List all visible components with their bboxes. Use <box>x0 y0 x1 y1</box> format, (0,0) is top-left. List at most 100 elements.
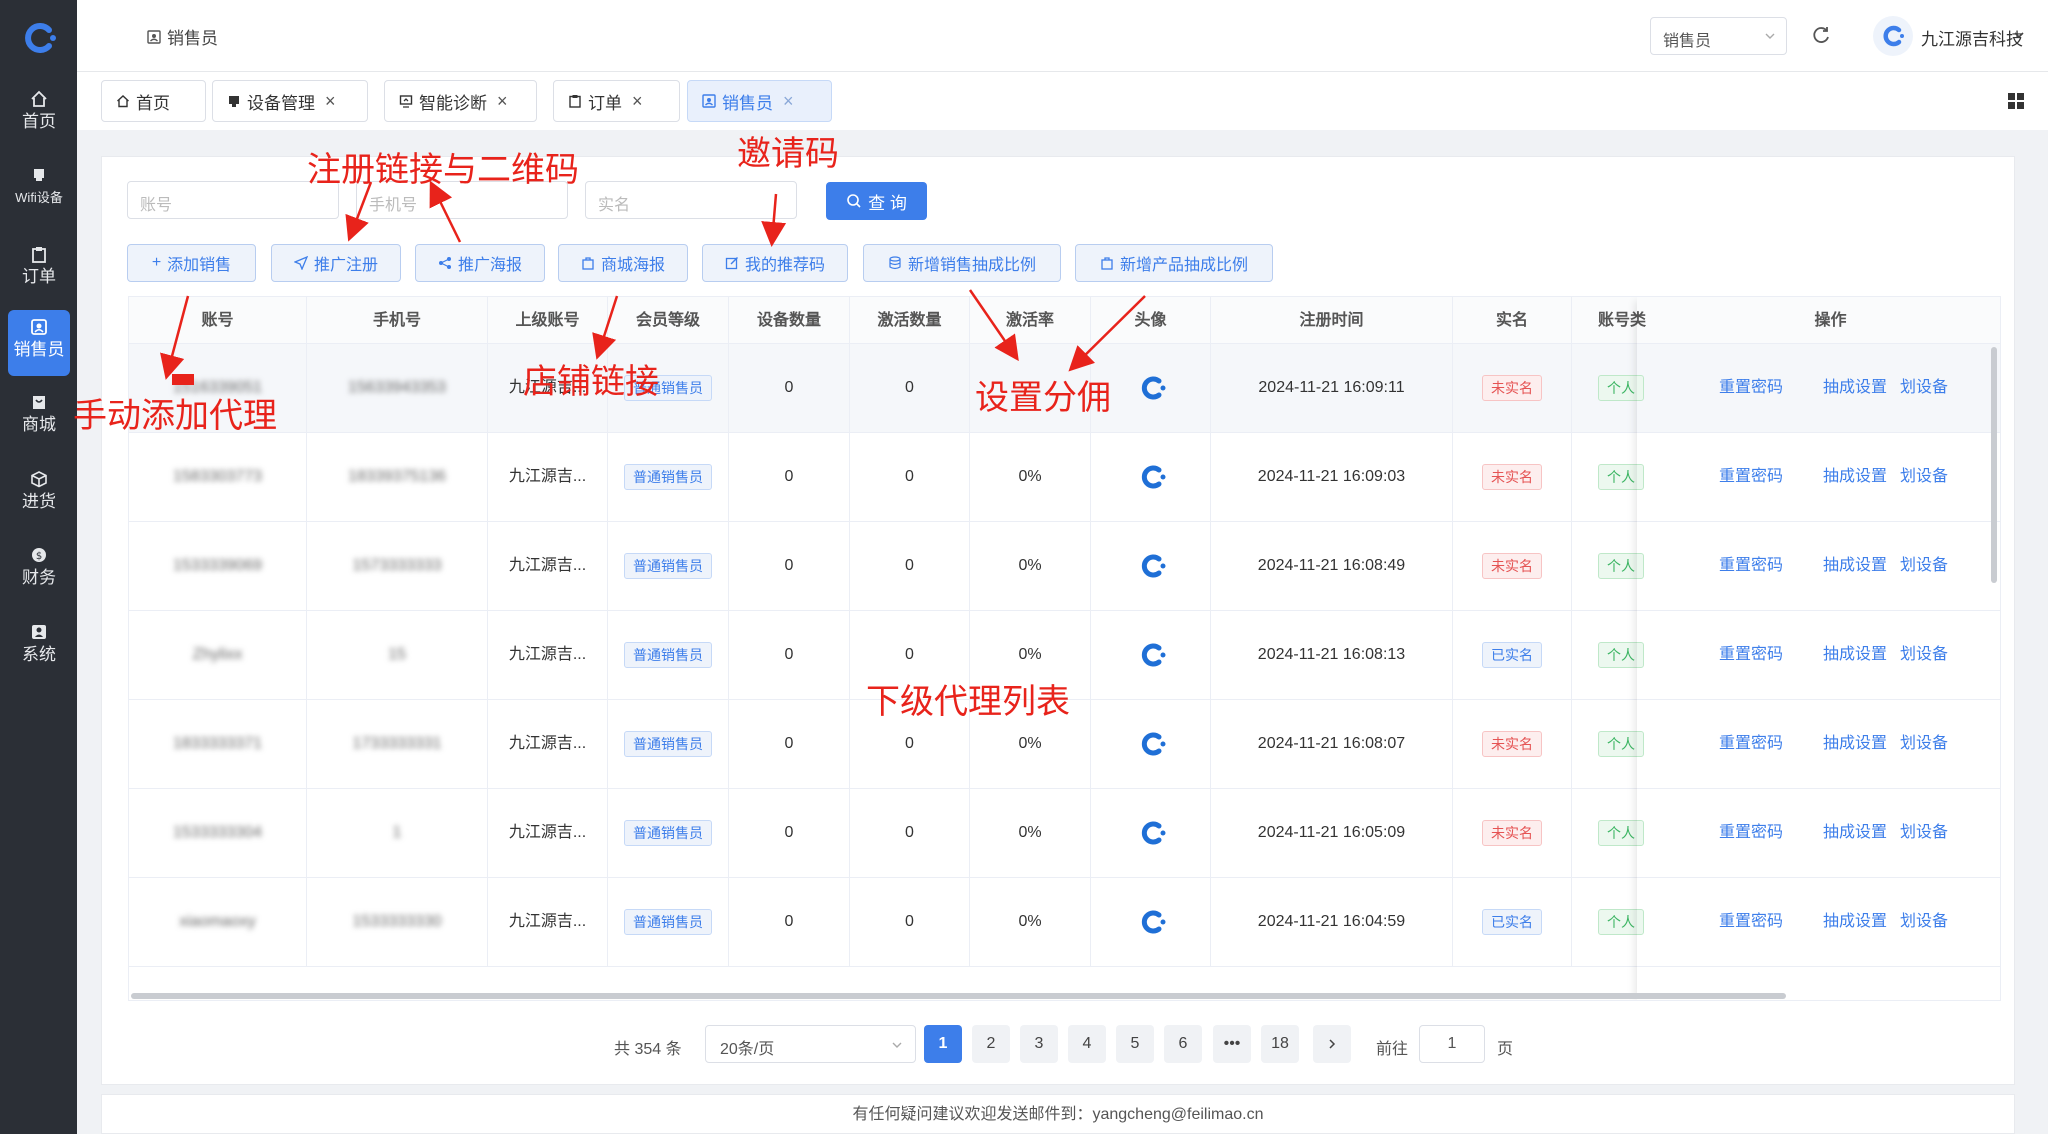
chevron-down-icon[interactable] <box>2013 29 2025 41</box>
table-cell: 2024-11-21 16:05:09 <box>1211 789 1453 877</box>
page-button[interactable]: 3 <box>1020 1025 1058 1063</box>
table-cell <box>1091 789 1211 877</box>
table-cell: 2024-11-21 16:04:59 <box>1211 878 1453 966</box>
tab-device-management[interactable]: 设备管理 × <box>212 80 368 122</box>
sidebar-item-1[interactable]: Wifi设备 <box>8 158 70 224</box>
mall-poster-button[interactable]: 商城海报 <box>558 244 688 282</box>
grid-menu-icon[interactable] <box>2007 92 2025 110</box>
page-button[interactable]: 6 <box>1164 1025 1202 1063</box>
user-avatar[interactable] <box>1873 16 1913 56</box>
tab-orders[interactable]: 订单 × <box>553 80 680 122</box>
table-cell: 0% <box>970 433 1091 521</box>
pagination: 共 354 条 20条/页 1 2 3 4 5 6 ••• 18 前往 1 页 <box>102 1025 2016 1065</box>
sidebar-item-7[interactable]: 系统 <box>8 615 70 681</box>
device-count: 0 <box>784 735 794 752</box>
table-cell: 0% <box>970 522 1091 610</box>
table-cell <box>1091 878 1211 966</box>
goto-page-input[interactable]: 1 <box>1419 1025 1485 1063</box>
table-cell: 0% <box>970 878 1091 966</box>
footer-text: 有任何疑问建议欢迎发送邮件到：yangcheng@feilimao.cn <box>852 1106 1264 1123</box>
sidebar-item-5[interactable]: 进货 <box>8 462 70 528</box>
home-icon <box>117 95 129 108</box>
table-cell: 2024-11-21 16:08:07 <box>1211 700 1453 788</box>
level-badge: 普通销售员 <box>624 730 712 757</box>
clipboard-icon <box>32 247 46 263</box>
page-button[interactable]: 1 <box>924 1025 962 1063</box>
query-button[interactable]: 查 询 <box>826 182 927 220</box>
device-icon <box>34 169 44 181</box>
device-count: 0 <box>784 468 794 485</box>
page-button[interactable]: 4 <box>1068 1025 1106 1063</box>
avatar-logo-icon <box>1141 376 1165 400</box>
account-text: 1533339069 <box>173 557 262 574</box>
horizontal-scrollbar[interactable] <box>131 993 1786 999</box>
goto-label: 前往 <box>1376 1041 1409 1058</box>
close-icon[interactable]: × <box>783 91 794 112</box>
avatar <box>1128 376 1174 400</box>
add-sales-button[interactable]: + 添加销售 <box>127 244 256 282</box>
role-select[interactable]: 销售员 <box>1650 17 1787 55</box>
sidebar-item-2[interactable]: 订单 <box>8 237 70 303</box>
parent-account-text: 九江源吉... <box>508 557 587 574</box>
sidebar-item-3[interactable]: 销售员 <box>8 310 70 376</box>
account-text: 1533333304 <box>173 824 262 841</box>
close-icon[interactable]: × <box>497 91 508 112</box>
breadcrumb-label: 销售员 <box>167 29 218 48</box>
table-cell: 1833333371 <box>129 700 307 788</box>
parent-account-text: 九江源吉... <box>508 824 587 841</box>
avatar-logo-icon <box>1141 643 1165 667</box>
table-cell <box>1091 700 1211 788</box>
sidebar-item-0[interactable]: 首页 <box>8 82 70 148</box>
table-cell: 1533333330 <box>307 878 488 966</box>
column-header: 账号 <box>129 297 307 344</box>
level-badge: 普通销售员 <box>624 641 712 668</box>
activation-rate: 0% <box>1018 824 1042 841</box>
realname-search-input[interactable]: 实名 <box>585 181 797 219</box>
avatar-logo-icon <box>1141 465 1165 489</box>
sidebar-item-label: 商城 <box>22 415 56 434</box>
phone-text: 1733333331 <box>352 735 442 752</box>
activated-count: 0 <box>905 557 914 574</box>
activated-count: 0 <box>905 913 914 930</box>
phone-text: 1 <box>392 824 402 841</box>
sidebar-item-6[interactable]: $ 财务 <box>8 538 70 604</box>
avatar-logo-icon <box>1141 910 1165 934</box>
page-size-select[interactable]: 20条/页 <box>705 1025 916 1063</box>
add-product-ratio-button[interactable]: 新增产品抽成比例 <box>1075 244 1273 282</box>
user-name[interactable]: 九江源吉科技 <box>1921 25 2023 50</box>
next-page-button[interactable] <box>1313 1025 1351 1063</box>
user-card-icon <box>147 29 161 44</box>
close-icon[interactable]: × <box>632 91 643 112</box>
add-sales-ratio-button[interactable]: 新增销售抽成比例 <box>863 244 1061 282</box>
device-count: 0 <box>784 646 794 663</box>
page-size-value: 20条/页 <box>720 1041 775 1058</box>
table-cell: 九江源吉... <box>488 878 608 966</box>
more-pages-button[interactable]: ••• <box>1213 1025 1251 1063</box>
sidebar-item-4[interactable]: 商城 <box>8 385 70 451</box>
parent-account-text: 九江源吉... <box>508 646 587 663</box>
shop-icon <box>33 396 45 409</box>
register-time: 2024-11-21 16:08:49 <box>1257 557 1406 574</box>
tab-salesperson[interactable]: 销售员 × <box>687 80 832 122</box>
vertical-scrollbar[interactable] <box>1991 347 1997 583</box>
table-cell: 0 <box>729 878 850 966</box>
parent-account-text: 九江源吉... <box>508 735 587 752</box>
table-cell: 0% <box>970 789 1091 877</box>
page-button[interactable]: 2 <box>972 1025 1010 1063</box>
sidebar-item-label: Wifi设备 <box>15 190 63 205</box>
page-button[interactable]: 5 <box>1116 1025 1154 1063</box>
promote-poster-button[interactable]: 推广海报 <box>415 244 545 282</box>
brand-logo-icon[interactable] <box>17 18 61 58</box>
refresh-icon[interactable] <box>1810 24 1832 46</box>
tab-home[interactable]: 首页 <box>101 80 206 122</box>
tab-smart-diagnosis[interactable]: 智能诊断 × <box>384 80 537 122</box>
promote-register-button[interactable]: 推广注册 <box>271 244 401 282</box>
close-icon[interactable]: × <box>325 91 336 112</box>
table-cell <box>1091 433 1211 521</box>
table-cell: 0 <box>729 522 850 610</box>
column-header: 会员等级 <box>608 297 729 344</box>
avatar <box>1128 643 1174 667</box>
my-referral-code-button[interactable]: 我的推荐码 <box>702 244 848 282</box>
avatar <box>1128 910 1174 934</box>
page-button[interactable]: 18 <box>1261 1025 1299 1063</box>
